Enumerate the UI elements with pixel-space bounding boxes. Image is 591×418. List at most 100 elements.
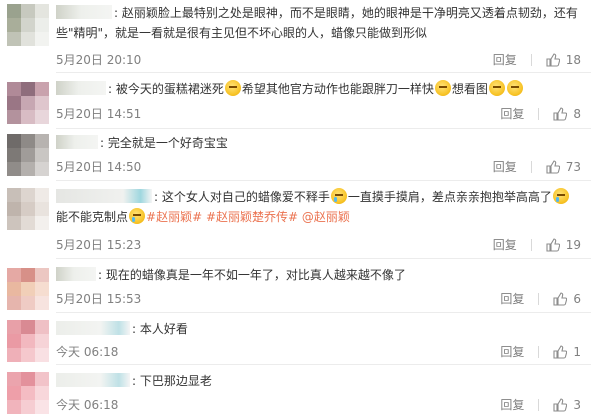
reply-button[interactable]: 回复: [493, 51, 517, 68]
action-divider: [538, 398, 540, 411]
action-divider: [530, 160, 532, 173]
comment-text: 现在的蜡像真是一年不如一年了，对比真人越来越不像了: [105, 268, 406, 282]
laugh-cry-emoji-icon: [129, 208, 146, 224]
blush-emoji-icon: [488, 80, 505, 96]
comment-actions: 回复 73: [493, 158, 581, 175]
topic-link[interactable]: #赵丽颖楚乔传#: [206, 210, 298, 224]
comment-meta: 5月20日 20:10 回复 18: [56, 51, 581, 68]
comment-text: 下巴那边显老: [139, 374, 212, 388]
like-button[interactable]: 73: [546, 160, 581, 174]
colon: :: [154, 190, 159, 204]
comment-meta: 5月20日 14:51 回复 8: [56, 105, 581, 122]
comment-divider: [56, 180, 591, 181]
comment-body: : 这个女人对自己的蜡像爱不释手 一直摸手摸肩，差点亲亲抱抱举高高了能不能克制点 #…: [56, 187, 581, 227]
like-button[interactable]: 3: [553, 398, 581, 412]
like-count: 19: [565, 237, 581, 252]
username[interactable]: [56, 321, 130, 335]
thumbs-up-icon: [546, 237, 560, 252]
colon: :: [114, 6, 119, 20]
comment-body: : 现在的蜡像真是一年不如一年了，对比真人越来越不像了: [56, 265, 581, 285]
avatar[interactable]: [7, 188, 49, 230]
comment-actions: 回复 8: [500, 105, 581, 122]
comment-body: : 本人好看: [56, 319, 581, 339]
comment-time: 5月20日 20:10: [56, 53, 142, 67]
action-divider: [538, 345, 540, 358]
comment-item: : 下巴那边显老 今天 06:18 回复 3: [0, 368, 591, 418]
comment-time: 5月20日 14:50: [56, 160, 142, 174]
username[interactable]: [56, 81, 106, 95]
avatar[interactable]: [7, 372, 49, 414]
comment-text: 完全就是一个好奇宝宝: [107, 136, 228, 150]
reply-button[interactable]: 回复: [500, 396, 524, 413]
laugh-cry-emoji-icon: [330, 188, 347, 204]
like-count: 6: [573, 291, 581, 306]
thumbs-up-icon: [546, 52, 560, 67]
username[interactable]: [56, 373, 130, 387]
avatar[interactable]: [7, 320, 49, 362]
like-button[interactable]: 18: [546, 53, 581, 67]
comment-divider: [56, 128, 591, 129]
comment-meta: 5月20日 14:50 回复 73: [56, 158, 581, 175]
thumbs-up-icon: [553, 344, 568, 359]
blush-emoji-icon: [224, 80, 241, 96]
like-button[interactable]: 19: [546, 238, 581, 252]
comment-divider: [56, 72, 591, 73]
blush-emoji-icon: [506, 80, 523, 96]
comment-item: : 本人好看 今天 06:18 回复 1: [0, 316, 591, 365]
comment-item: : 现在的蜡像真是一年不如一年了，对比真人越来越不像了 5月20日 15:53 …: [0, 262, 591, 313]
comment-time: 5月20日 15:23: [56, 238, 142, 252]
avatar[interactable]: [7, 82, 49, 124]
action-divider: [530, 238, 532, 251]
avatar[interactable]: [7, 4, 49, 46]
mention-link[interactable]: @赵丽颖: [302, 210, 350, 224]
comment-body: : 完全就是一个好奇宝宝: [56, 133, 581, 153]
avatar[interactable]: [7, 268, 49, 310]
action-divider: [538, 107, 540, 120]
topic-link[interactable]: #赵丽颖#: [146, 210, 202, 224]
like-button[interactable]: 1: [553, 345, 581, 359]
colon: :: [100, 136, 105, 150]
reply-button[interactable]: 回复: [500, 105, 524, 122]
comment-text-part: 被今天的蛋糕裙迷死: [115, 82, 224, 96]
like-button[interactable]: 8: [553, 107, 581, 121]
comment-text-part: 希望其他官方动作也能跟胖刀一样快: [241, 82, 434, 96]
comment-meta: 今天 06:18 回复 1: [56, 343, 581, 360]
comment-text: 赵丽颖脸上最特别之处是眼神，而不是眼睛，她的眼神是干净明亮又透着点韧劲，还有些"…: [56, 6, 578, 40]
colon: :: [108, 82, 113, 96]
comment-divider: [56, 364, 591, 365]
thumbs-up-icon: [546, 159, 560, 174]
reply-button[interactable]: 回复: [500, 343, 524, 360]
comment-meta: 今天 06:18 回复 3: [56, 396, 581, 413]
colon: :: [132, 322, 137, 336]
action-divider: [530, 53, 532, 66]
colon: :: [132, 374, 137, 388]
thumbs-up-icon: [553, 291, 568, 306]
comment-actions: 回复 3: [500, 396, 581, 413]
username[interactable]: [56, 135, 98, 149]
comment-time: 今天 06:18: [56, 398, 119, 412]
reply-button[interactable]: 回复: [500, 290, 524, 307]
comment-text-part: 这个女人对自己的蜡像爱不释手: [161, 190, 330, 204]
comment-text-part: 想看图: [451, 82, 488, 96]
comment-actions: 回复 6: [500, 290, 581, 307]
like-button[interactable]: 6: [553, 292, 581, 306]
thumbs-up-icon: [553, 106, 568, 121]
comment-list: : 赵丽颖脸上最特别之处是眼神，而不是眼睛，她的眼神是干净明亮又透着点韧劲，还有…: [0, 0, 591, 418]
reply-button[interactable]: 回复: [493, 158, 517, 175]
comment-item: : 被今天的蛋糕裙迷死 希望其他官方动作也能跟胖刀一样快 想看图 5月20日 14:…: [0, 76, 591, 129]
comment-item: : 赵丽颖脸上最特别之处是眼神，而不是眼睛，她的眼神是干净明亮又透着点韧劲，还有…: [0, 0, 591, 73]
reply-button[interactable]: 回复: [493, 236, 517, 253]
colon: :: [98, 268, 103, 282]
comment-body: : 下巴那边显老: [56, 371, 581, 391]
comment-time: 今天 06:18: [56, 345, 119, 359]
username[interactable]: [56, 267, 96, 281]
username[interactable]: [56, 189, 152, 203]
like-count: 3: [573, 397, 581, 412]
username[interactable]: [56, 5, 112, 19]
laugh-cry-emoji-icon: [552, 188, 569, 204]
comment-actions: 回复 19: [493, 236, 581, 253]
avatar[interactable]: [7, 134, 49, 176]
comment-item: : 这个女人对自己的蜡像爱不释手 一直摸手摸肩，差点亲亲抱抱举高高了能不能克制点 #…: [0, 184, 591, 259]
comment-text: 本人好看: [139, 322, 188, 336]
comment-time: 5月20日 15:53: [56, 292, 142, 306]
